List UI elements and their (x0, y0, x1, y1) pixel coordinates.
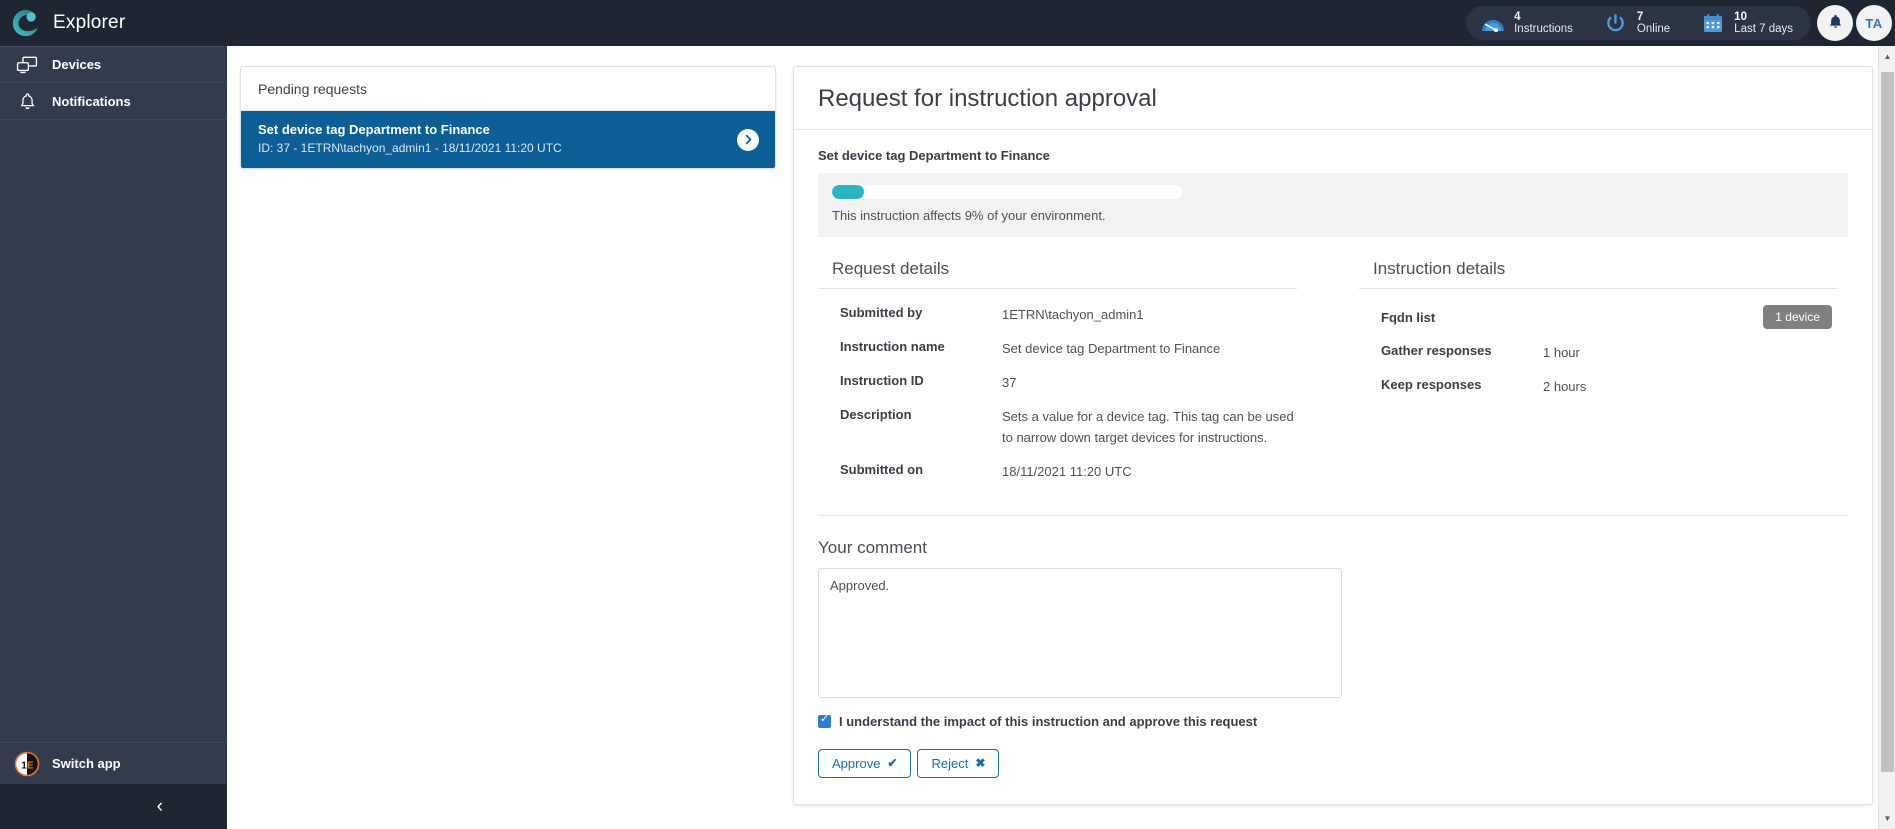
detail-body: Set device tag Department to Finance Thi… (794, 130, 1872, 516)
detail-value: Sets a value for a device tag. This tag … (1002, 409, 1294, 445)
scroll-up-icon[interactable]: ▲ (1879, 48, 1895, 65)
request-meta: ID: 37 - 1ETRN\tachyon_admin1 - 18/11/20… (258, 141, 562, 155)
detail-value: 1ETRN\tachyon_admin1 (1002, 307, 1144, 322)
stat-number: 7 (1636, 10, 1644, 23)
switch-app-button[interactable]: 1 E Switch app (0, 742, 227, 784)
vertical-scrollbar[interactable]: ▲ ▼ (1878, 46, 1895, 829)
gauge-icon (1480, 12, 1506, 34)
avatar-initials: TA (1865, 15, 1883, 31)
comment-section: Your comment I understand the impact of … (794, 516, 1872, 804)
check-icon: ✔ (887, 756, 898, 771)
reject-button[interactable]: Reject ✖ (917, 748, 1000, 778)
impact-progress-bar (832, 185, 1182, 199)
details-columns: Request details Submitted by 1ETRN\tachy… (818, 237, 1848, 489)
stat-label: Last 7 days (1734, 23, 1793, 35)
pending-requests-title: Pending requests (241, 67, 775, 111)
instruction-name-heading: Set device tag Department to Finance (818, 148, 1050, 163)
detail-value: Set device tag Department to Finance (1002, 341, 1221, 357)
page-title: Request for instruction approval (818, 85, 1157, 112)
devices-icon (14, 54, 40, 76)
section-title: Your comment (818, 537, 927, 557)
stat-online[interactable]: 7 Online (1603, 11, 1670, 35)
detail-row: Fqdn list 1 device (1359, 298, 1838, 336)
instruction-details-section: Instruction details Fqdn list 1 device G… (1337, 259, 1848, 489)
status-badge[interactable]: 1 device (1763, 305, 1832, 329)
impact-progress-fill (832, 185, 864, 199)
header-stats: 4 Instructions 7 Online 10 Last 7 days (1466, 6, 1811, 40)
stat-number: 4 (1514, 10, 1521, 23)
bell-icon (14, 90, 40, 112)
chevron-right-icon[interactable] (737, 128, 759, 151)
scroll-down-icon[interactable]: ▼ (1879, 810, 1895, 827)
divider (1359, 288, 1838, 289)
svg-text:E: E (27, 760, 34, 771)
detail-key: Submitted on (840, 461, 924, 477)
detail-key: Description (840, 407, 912, 423)
list-item[interactable]: Set device tag Department to Finance ID:… (241, 111, 775, 168)
calendar-icon (1700, 12, 1726, 34)
notifications-button[interactable] (1817, 5, 1853, 41)
request-detail-card: Request for instruction approval Set dev… (793, 66, 1873, 805)
pending-requests-panel: Pending requests Set device tag Departme… (240, 66, 776, 169)
sidebar-item-label: Devices (52, 57, 102, 72)
chevron-left-icon: ‹ (156, 796, 163, 817)
detail-key: Keep responses (1381, 377, 1482, 393)
detail-value: 37 (1002, 375, 1017, 391)
divider (818, 288, 1297, 289)
stat-number: 10 (1734, 10, 1747, 23)
bell-icon (1828, 14, 1843, 33)
sidebar-collapse-button[interactable]: ‹ (0, 784, 227, 829)
consent-checkbox[interactable] (818, 713, 831, 728)
consent-row: I understand the impact of this instruct… (818, 713, 1848, 729)
stat-label: Online (1636, 23, 1671, 35)
sidebar-item-label: Notifications (52, 93, 131, 109)
cross-icon: ✖ (975, 756, 986, 771)
detail-row: Keep responses 2 hours (1359, 370, 1838, 404)
brand[interactable]: Explorer (0, 8, 125, 38)
detail-value: 18/11/2021 11:20 UTC (1002, 463, 1132, 479)
page-content: Pending requests Set device tag Departme… (227, 46, 1895, 829)
scrollbar-thumb[interactable] (1881, 72, 1894, 772)
impact-box: This instruction affects 9% of your envi… (818, 173, 1848, 237)
stat-last-7-days[interactable]: 10 Last 7 days (1700, 11, 1793, 35)
power-icon (1603, 12, 1629, 34)
detail-value: 2 hours (1543, 379, 1587, 395)
detail-key: Instruction name (840, 339, 945, 355)
approve-button-label: Approve (832, 755, 881, 771)
detail-header: Request for instruction approval (794, 67, 1872, 130)
request-details-section: Request details Submitted by 1ETRN\tachy… (818, 259, 1337, 489)
consent-label[interactable]: I understand the impact of this instruct… (839, 714, 1257, 729)
section-title: Instruction details (1373, 259, 1506, 278)
one-e-logo-icon: 1 E (14, 751, 40, 777)
detail-key: Submitted by (840, 305, 923, 320)
comment-input[interactable] (818, 567, 1342, 698)
switch-app-label: Switch app (52, 756, 121, 771)
reject-button-label: Reject (931, 755, 969, 771)
stat-instructions[interactable]: 4 Instructions (1480, 11, 1573, 35)
stat-label: Instructions (1514, 23, 1573, 35)
action-buttons: Approve ✔ Reject ✖ (818, 748, 1848, 778)
avatar[interactable]: TA (1856, 5, 1892, 41)
detail-key: Instruction ID (840, 373, 924, 389)
sidebar-item-devices[interactable]: Devices (0, 46, 227, 83)
tachyon-logo-icon (12, 9, 38, 37)
top-bar: Explorer 4 Instructions 7 Online 10 Last… (0, 0, 1895, 46)
detail-key: Gather responses (1381, 343, 1492, 358)
request-title: Set device tag Department to Finance (258, 122, 490, 137)
approve-button[interactable]: Approve ✔ (818, 748, 912, 778)
detail-row: Submitted on 18/11/2021 11:20 UTC (818, 455, 1297, 489)
detail-row: Description Sets a value for a device ta… (818, 400, 1297, 454)
app-name: Explorer (53, 12, 126, 33)
sidebar-item-notifications[interactable]: Notifications (0, 83, 227, 120)
section-title: Request details (832, 259, 950, 278)
detail-value: 1 hour (1543, 345, 1580, 360)
impact-text: This instruction affects 9% of your envi… (832, 208, 1106, 223)
detail-key: Fqdn list (1381, 309, 1436, 325)
detail-row: Instruction ID 37 (818, 366, 1297, 400)
detail-row: Submitted by 1ETRN\tachyon_admin1 (818, 298, 1297, 332)
detail-row: Instruction name Set device tag Departme… (818, 332, 1297, 366)
detail-row: Gather responses 1 hour (1359, 336, 1838, 370)
sidebar: Devices Notifications 1 E Switch app ‹ (0, 46, 227, 829)
